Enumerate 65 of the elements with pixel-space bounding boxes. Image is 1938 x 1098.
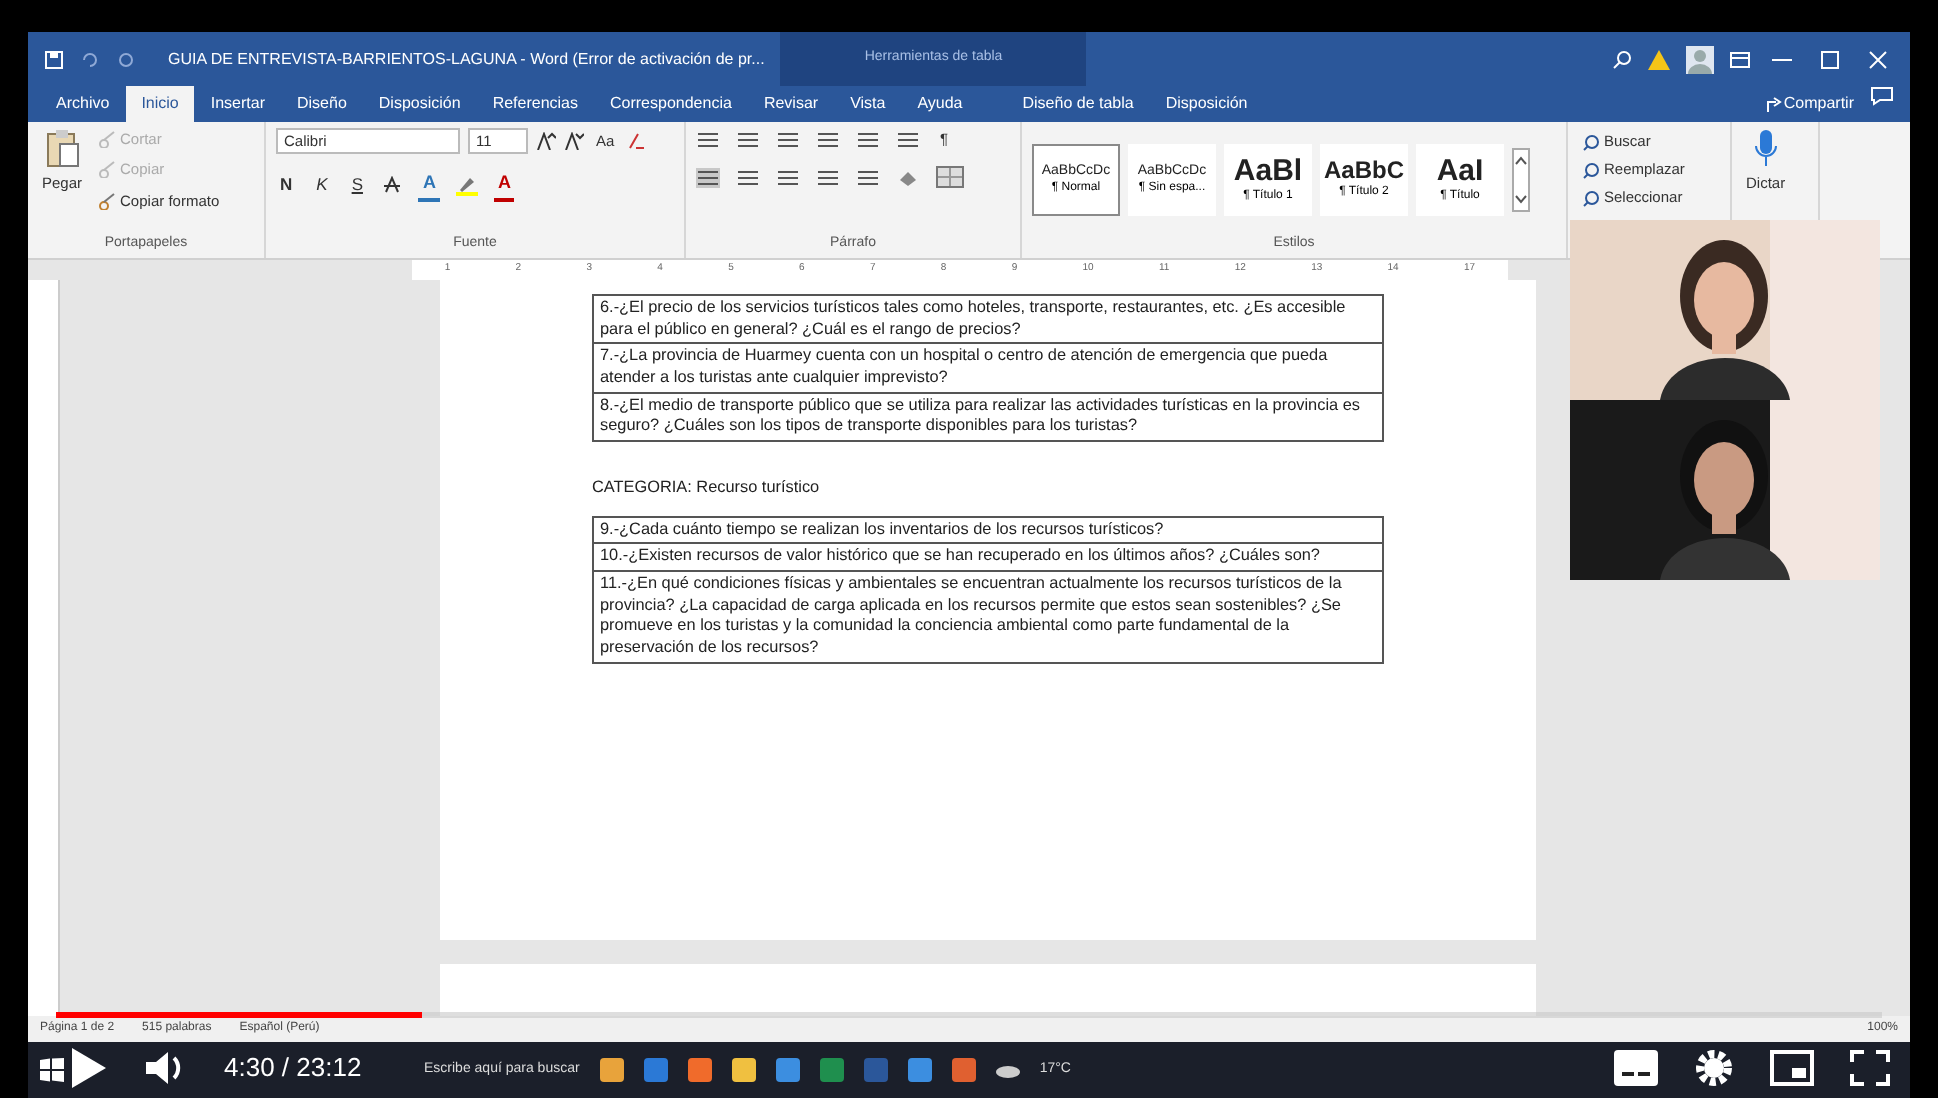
format-button[interactable]: K [312,172,332,199]
warning-icon [1648,49,1670,69]
style-preview: AaBbC [1323,158,1404,185]
save-icon[interactable] [44,49,64,69]
taskbar-app-icon[interactable] [775,1058,800,1082]
ribbon-tab[interactable]: Diseño [281,86,363,122]
ribbon-tab[interactable]: Referencias [476,86,594,122]
share-button[interactable]: Compartir [1749,86,1870,122]
ribbon-tab[interactable]: Revisar [747,86,835,122]
borders-icon[interactable] [936,166,964,189]
ribbon-tab[interactable]: Disposición [362,86,477,122]
format-button[interactable]: N [276,172,297,199]
ribbon-tab[interactable]: Ayuda [901,86,979,122]
settings-icon[interactable] [1694,1048,1734,1088]
table-cell: 11.-¿En qué condiciones físicas y ambientales se encuentran actualmente los recursos turísticos de la provincia? ¿La capacidad de carga aplicada en los recursos permite que estos sean sostenibles? ¿Se promueve en los turistas y la comunidad la conciencia ambiental como parte fundamental de la preservación de los recursos? [593,570,1383,663]
ribbon-tab[interactable]: Disposición [1149,86,1264,122]
font-color-button[interactable]: A [493,170,515,201]
ribbon-tab[interactable]: Inicio [125,86,195,122]
format-button[interactable]: S [347,172,367,199]
ribbon-tab[interactable]: Archivo [40,86,126,122]
highlighter-icon[interactable] [455,175,478,196]
ribbon-tab[interactable]: Correspondencia [594,86,748,122]
taskbar-app-icon[interactable] [951,1058,976,1082]
clear-format-icon[interactable] [626,132,647,150]
align-left-icon[interactable] [696,167,720,188]
format-painter-icon [98,191,117,210]
subtitles-icon[interactable] [1614,1050,1658,1086]
style-preview: AaBl [1233,155,1303,188]
taskbar-app-icon[interactable] [907,1058,932,1082]
video-time: 4:30 / 23:12 [224,1050,362,1087]
style-preview: AaI [1436,155,1484,188]
weather-icon [995,1062,1020,1078]
taskbar-app-icon[interactable] [599,1058,624,1082]
share-icon [1765,95,1784,113]
windows-icon[interactable] [40,1058,64,1082]
strikethrough-icon[interactable] [382,176,403,195]
play-icon[interactable] [68,1046,108,1090]
search-icon[interactable] [1612,49,1632,69]
taskbar-app-icon[interactable] [687,1058,712,1082]
section-heading: CATEGORIA: Recurso turístico [592,477,822,500]
window-title: GUIA DE ENTREVISTA-BARRIENTOS-LAGUNA - Word (Error de activación de pr... [168,47,765,71]
taskbar-app-icon[interactable] [731,1058,756,1082]
ribbon-tab[interactable]: Insertar [194,86,281,122]
table-cell: 9.-¿Cada cuánto tiempo se realizan los inventarios de los recursos turísticos? [593,516,1383,544]
undo-icon[interactable] [80,49,100,69]
ribbon-tab[interactable]: Vista [834,86,902,122]
grow-font-icon[interactable] [536,132,556,150]
table-cell: 8.-¿El medio de transporte público que se utiliza para realizar las actividades turísticas en la provincia es seguro? ¿Cuáles son los tipos de transporte disponibles para los turistas? [593,392,1383,441]
table-cell: 7.-¿La provincia de Huarmey cuenta con un hospital o centro de atención de emergencia que pueda atender a los turistas ante cualquier imprevisto? [593,343,1383,393]
shading-icon[interactable] [896,167,920,188]
shrink-font-icon[interactable] [564,132,584,150]
fullscreen-icon[interactable] [1850,1050,1890,1086]
comments-icon[interactable] [1870,86,1894,106]
miniplayer-icon[interactable] [1770,1050,1814,1086]
ribbon-tab[interactable]: Diseño de tabla [1006,86,1150,122]
table-cell: 10.-¿Existen recursos de valor histórico que se han recuperado en los últimos años? ¿Cuáles son? [593,543,1383,571]
taskbar-app-icon[interactable] [819,1058,844,1082]
table-cell: 6.-¿El precio de los servicios turísticos tales como hoteles, transporte, restaurantes, etc. ¿Es accesible para el público en general? ¿Cuál es el rango de precios? [593,295,1383,344]
styles-scroll-icon[interactable] [1512,148,1530,213]
microphone-icon [1753,128,1778,168]
clipboard-icon [44,128,80,168]
ribbon-options-icon[interactable] [1730,51,1750,67]
account-avatar-icon[interactable] [1686,45,1714,73]
font-color-button[interactable]: A [418,170,440,201]
search-icon [1582,133,1600,151]
